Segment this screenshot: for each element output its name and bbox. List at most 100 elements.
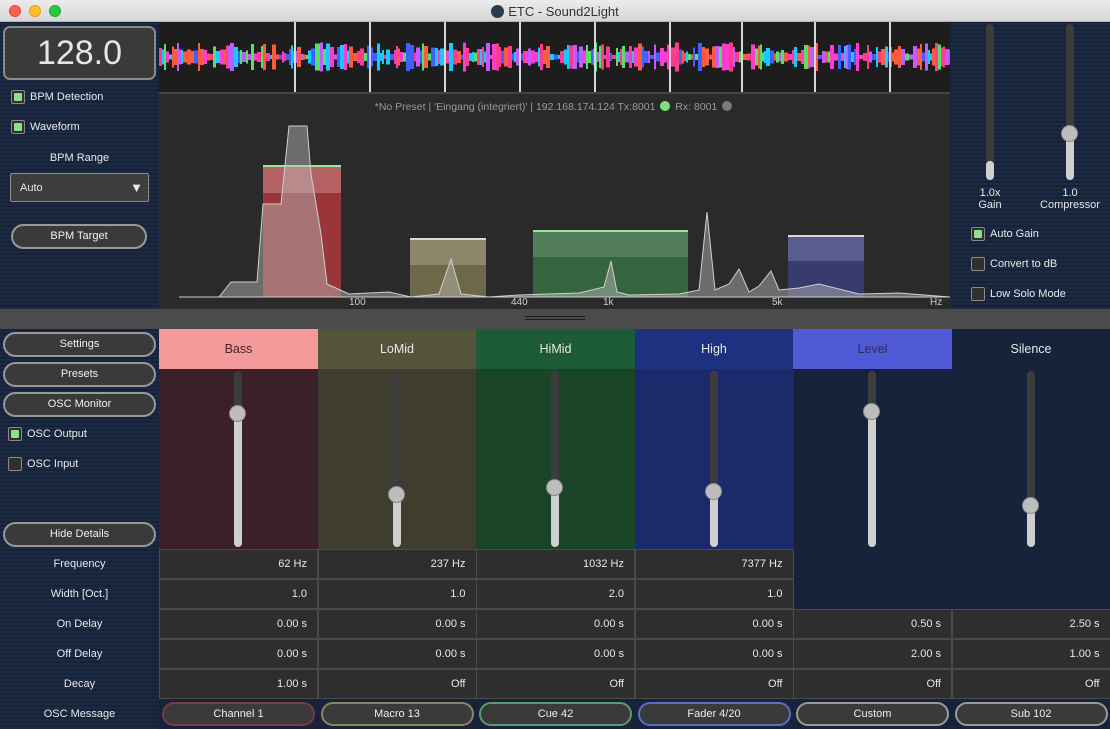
convert-db-checkbox[interactable]: Convert to dB [971, 257, 1057, 271]
high-off-delay-field[interactable]: 0.00 s [634, 639, 794, 669]
high-slider-knob[interactable] [704, 483, 722, 500]
panel-divider[interactable] [0, 309, 1110, 329]
band-header-level[interactable]: Level [793, 329, 952, 369]
waveform-sample [774, 53, 776, 61]
lomid-off-delay-field[interactable]: 0.00 s [317, 639, 477, 669]
waveform-sample [492, 44, 496, 70]
silence-on-delay-field[interactable]: 2.50 s [951, 609, 1110, 639]
silence-decay-field[interactable]: Off [951, 669, 1110, 699]
bass-decay-field[interactable]: 1.00 s [159, 669, 318, 699]
lomid-threshold-slider[interactable] [392, 371, 401, 547]
spectrum-view[interactable]: *No Preset | 'Eingang (integriert)' | 19… [159, 92, 950, 309]
bass-off-delay-field[interactable]: 0.00 s [159, 639, 318, 669]
band-header-lomid[interactable]: LoMid [317, 329, 477, 369]
waveform-sample [848, 44, 851, 70]
silence-threshold-slider[interactable] [1026, 371, 1035, 547]
silence-osc-message-field[interactable]: Sub 102 [954, 702, 1108, 726]
himid-width-field[interactable]: 2.0 [476, 579, 635, 609]
band-header-silence[interactable]: Silence [952, 329, 1110, 369]
width-label: Width [Oct.] [50, 588, 109, 600]
settings-button[interactable]: Settings [3, 332, 156, 357]
waveform-sample [810, 47, 814, 67]
waveform-sample [606, 46, 610, 68]
bpm-display: 128.0 [3, 26, 156, 80]
lomid-on-delay-field[interactable]: 0.00 s [317, 609, 477, 639]
osc-monitor-button[interactable]: OSC Monitor [3, 392, 156, 417]
lomid-width-field[interactable]: 1.0 [317, 579, 477, 609]
waveform-sample [438, 50, 440, 64]
waveform-checkbox[interactable]: Waveform [11, 120, 80, 134]
himid-decay-field[interactable]: Off [476, 669, 635, 699]
lomid-osc-message-field[interactable]: Macro 13 [320, 702, 474, 726]
bpm-target-button[interactable]: BPM Target [11, 224, 147, 249]
divider-grip[interactable] [525, 316, 585, 317]
himid-threshold-slider[interactable] [551, 371, 559, 547]
bass-width-field[interactable]: 1.0 [159, 579, 318, 609]
compressor-slider[interactable] [1066, 24, 1074, 180]
band-header-himid[interactable]: HiMid [476, 329, 635, 369]
waveform-sample [558, 55, 560, 59]
waveform-sample [477, 49, 480, 65]
himid-on-delay-field[interactable]: 0.00 s [476, 609, 635, 639]
waveform-sample [830, 45, 834, 69]
level-decay-field[interactable]: Off [793, 669, 952, 699]
waveform-sample [457, 51, 461, 63]
waveform-sample [220, 49, 223, 65]
high-threshold-slider[interactable] [709, 371, 718, 547]
bass-frequency-field[interactable]: 62 Hz [159, 549, 318, 579]
auto-gain-checkbox[interactable]: Auto Gain [971, 227, 1039, 241]
off-delay-label: Off Delay [56, 648, 103, 660]
high-osc-message-field[interactable]: Fader 4/20 [637, 702, 791, 726]
waveform-sample [682, 50, 684, 64]
level-threshold-slider[interactable] [868, 371, 876, 547]
himid-osc-message-field[interactable]: Cue 42 [479, 702, 632, 726]
presets-button[interactable]: Presets [3, 362, 156, 387]
bass-threshold-slider[interactable] [234, 371, 242, 547]
silence-off-delay-field[interactable]: 1.00 s [951, 639, 1110, 669]
waveform-sample [560, 51, 564, 63]
waveform-sample [474, 52, 477, 62]
himid-slider-knob[interactable] [546, 479, 563, 496]
level-on-delay-field[interactable]: 0.50 s [793, 609, 952, 639]
waveform-sample [625, 51, 629, 63]
osc-input-checkbox[interactable]: OSC Input [8, 457, 78, 471]
osc-output-checkbox[interactable]: OSC Output [8, 427, 87, 441]
bass-osc-message-field[interactable]: Channel 1 [162, 702, 315, 726]
waveform-sample [901, 49, 905, 65]
high-width-field[interactable]: 1.0 [634, 579, 794, 609]
lomid-slider-knob[interactable] [387, 486, 405, 503]
level-slider-knob[interactable] [863, 403, 880, 420]
waveform-sample [804, 45, 808, 69]
waveform-sample [200, 49, 204, 65]
waveform-sample [238, 51, 240, 63]
level-off-delay-field[interactable]: 2.00 s [793, 639, 952, 669]
waveform-sample [776, 51, 779, 63]
waveform-sample [216, 51, 220, 63]
band-header-bass[interactable]: Bass [159, 329, 318, 369]
band-header-high[interactable]: High [634, 329, 794, 369]
bass-slider-knob[interactable] [229, 405, 246, 422]
high-frequency-field[interactable]: 7377 Hz [634, 549, 794, 579]
high-on-delay-field[interactable]: 0.00 s [634, 609, 794, 639]
himid-off-delay-field[interactable]: 0.00 s [476, 639, 635, 669]
waveform-sample [240, 50, 242, 64]
low-solo-checkbox[interactable]: Low Solo Mode [971, 287, 1066, 301]
himid-frequency-field[interactable]: 1032 Hz [476, 549, 635, 579]
waveform-sample [177, 43, 179, 71]
level-osc-message-field[interactable]: Custom [796, 702, 949, 726]
silence-slider-knob[interactable] [1021, 497, 1039, 514]
bass-on-delay-field[interactable]: 0.00 s [159, 609, 318, 639]
compressor-slider-knob[interactable] [1061, 125, 1078, 142]
lomid-frequency-field[interactable]: 237 Hz [317, 549, 477, 579]
lomid-decay-field[interactable]: Off [317, 669, 477, 699]
bpm-detection-checkbox[interactable]: BPM Detection [11, 90, 103, 104]
hide-details-button[interactable]: Hide Details [3, 522, 156, 547]
gain-slider[interactable] [986, 24, 994, 180]
divider-grip[interactable] [525, 319, 585, 320]
waveform-sample [650, 55, 654, 59]
waveform-sample [632, 51, 634, 63]
bpm-range-value: Auto [20, 182, 43, 194]
bpm-range-select[interactable]: Auto ▼ [10, 173, 149, 202]
high-decay-field[interactable]: Off [634, 669, 794, 699]
waveform-sample [629, 46, 632, 68]
